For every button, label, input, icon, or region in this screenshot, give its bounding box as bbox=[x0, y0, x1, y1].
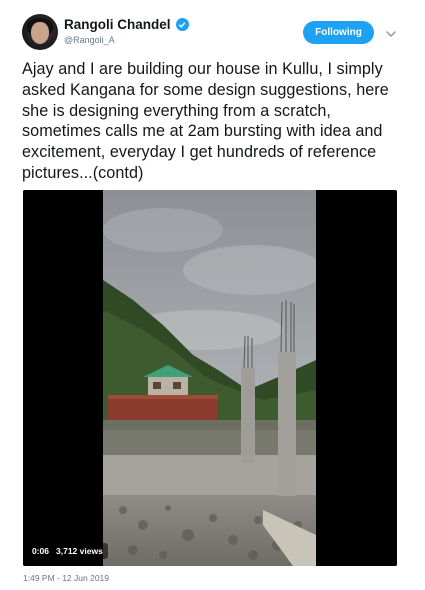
tweet-timestamp[interactable]: 1:49 PM - 12 Jun 2019 bbox=[23, 573, 109, 583]
tweet-text: Ajay and I are building our house in Kul… bbox=[22, 60, 389, 182]
author-name-row: Rangoli Chandel bbox=[64, 17, 189, 32]
avatar-face bbox=[31, 22, 49, 44]
chevron-down-icon[interactable] bbox=[385, 26, 397, 37]
tweet-card: Rangoli Chandel @Rangoli_A Following Aja… bbox=[0, 0, 425, 590]
author-handle[interactable]: @Rangoli_A bbox=[64, 35, 115, 45]
video-frame bbox=[23, 190, 397, 566]
video-views: 3,712 views bbox=[56, 546, 103, 556]
video-current-time: 0:06 bbox=[32, 546, 50, 556]
verified-badge-icon bbox=[175, 18, 189, 31]
video-meta: 0:06 3,712 views bbox=[27, 543, 108, 559]
following-button[interactable]: Following bbox=[303, 21, 374, 44]
author-name[interactable]: Rangoli Chandel bbox=[64, 17, 171, 32]
video-player[interactable] bbox=[23, 190, 397, 566]
avatar[interactable] bbox=[22, 14, 58, 50]
